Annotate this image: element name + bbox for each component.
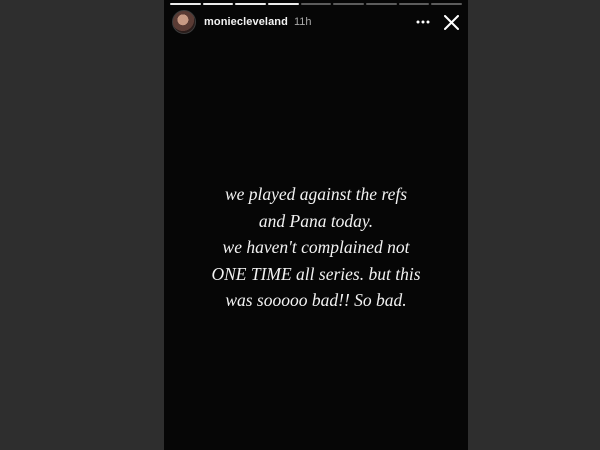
story-header: moniecleveland 11h bbox=[172, 9, 460, 35]
more-horizontal-icon bbox=[416, 20, 430, 24]
story-progress-bar bbox=[170, 3, 463, 5]
timestamp: 11h bbox=[293, 16, 312, 28]
story-progress-segment bbox=[333, 3, 365, 5]
story-progress-segment bbox=[431, 3, 463, 5]
story-text-line: we played against the refs bbox=[224, 184, 408, 204]
avatar[interactable] bbox=[172, 10, 196, 34]
close-icon bbox=[443, 14, 459, 30]
story-text-line: ONE TIME all series. but this bbox=[211, 263, 421, 284]
story-progress-segment bbox=[170, 3, 201, 5]
story-text-line: we haven't complained not bbox=[222, 237, 410, 257]
page-backdrop: moniecleveland 11h we played against the… bbox=[0, 0, 600, 450]
story-text-line: and Pana today. bbox=[258, 210, 374, 231]
username[interactable]: moniecleveland bbox=[204, 16, 288, 28]
story-viewer[interactable]: moniecleveland 11h we played against the… bbox=[164, 0, 468, 450]
story-progress-segment bbox=[398, 3, 430, 5]
more-options-button[interactable] bbox=[414, 13, 432, 31]
story-progress-segment bbox=[202, 3, 234, 5]
story-text: we played against the refs and Pana toda… bbox=[164, 181, 468, 314]
story-progress-segment bbox=[235, 3, 267, 5]
story-progress-segment bbox=[300, 3, 332, 5]
story-text-line: was sooooo bad!! So bad. bbox=[225, 290, 407, 310]
story-progress-segment bbox=[268, 3, 299, 5]
story-progress-segment bbox=[366, 3, 397, 5]
close-button[interactable] bbox=[442, 13, 460, 31]
